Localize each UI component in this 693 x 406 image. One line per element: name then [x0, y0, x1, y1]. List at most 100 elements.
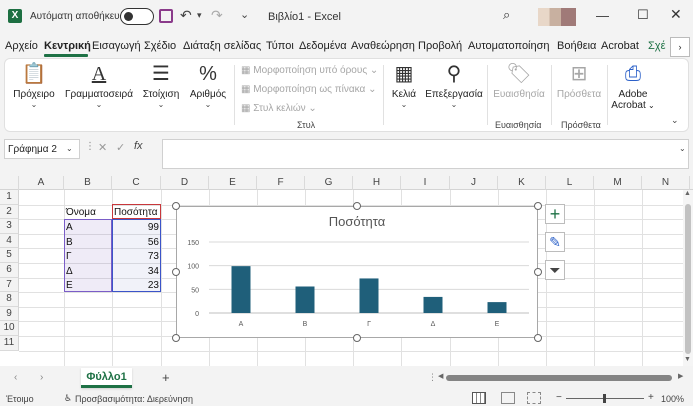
tab-view[interactable]: Προβολή [418, 40, 462, 52]
column-header-b[interactable]: B [64, 176, 112, 190]
header-qty-cell[interactable]: Ποσότητα [114, 207, 157, 218]
font-button[interactable]: A Γραμματοσειρά ⌄ [63, 63, 135, 109]
chart-plot-area[interactable]: 0 50 100 150 Α Β Γ Δ Ε [177, 207, 537, 337]
expand-formula-icon[interactable]: ⌄ [679, 144, 686, 153]
sheet-next-icon[interactable]: › [40, 372, 43, 383]
normal-view-icon[interactable] [472, 392, 486, 404]
cancel-icon[interactable]: ✕ [98, 141, 107, 154]
scroll-thumb[interactable] [446, 375, 672, 381]
row-header-9[interactable]: 9 [0, 306, 19, 322]
zoom-slider-thumb[interactable] [603, 394, 606, 403]
adobe-acrobat-button[interactable]: ⎙ Adobe Acrobat ⌄ [611, 63, 655, 111]
resize-handle[interactable] [534, 202, 542, 210]
redo-icon[interactable]: ↷ [211, 7, 223, 24]
ribbon-collapse-icon[interactable]: ⌄ [671, 115, 679, 126]
close-icon[interactable]: ✕ [670, 6, 682, 23]
bar-Α[interactable] [231, 266, 251, 313]
tab-file[interactable]: Αρχείο [5, 40, 38, 52]
resize-handle[interactable] [172, 334, 180, 342]
tab-automate[interactable]: Αυτοματοποίηση [468, 40, 550, 52]
row-header-2[interactable]: 2 [0, 204, 19, 220]
row-header-7[interactable]: 7 [0, 277, 19, 293]
accessibility-status[interactable]: Προσβασιμότητα: Διερεύνηση [75, 394, 193, 404]
sheet-tab-active[interactable]: Φύλλο1 [81, 368, 132, 388]
scroll-left-icon[interactable]: ◀ [438, 372, 443, 380]
value-cell[interactable]: 56 [112, 237, 159, 248]
column-header-g[interactable]: G [305, 176, 353, 190]
row-header-3[interactable]: 3 [0, 219, 19, 234]
bar-Β[interactable] [295, 286, 315, 313]
value-cell[interactable]: 34 [112, 266, 159, 277]
bar-Γ[interactable] [359, 278, 379, 313]
column-header-j[interactable]: J [450, 176, 498, 190]
column-header-d[interactable]: D [161, 176, 209, 190]
chart-styles-brush-icon[interactable]: ✎ [545, 232, 565, 252]
value-cell[interactable]: 73 [112, 251, 159, 262]
name-cell[interactable]: Α [66, 222, 73, 233]
undo-dropdown-icon[interactable]: ▾ [197, 10, 202, 21]
avatar[interactable] [538, 8, 576, 26]
tab-acrobat[interactable]: Acrobat [601, 40, 639, 52]
row-header-11[interactable]: 11 [0, 336, 19, 351]
scroll-down-icon[interactable]: ▼ [684, 356, 691, 363]
chart-elements-plus-icon[interactable]: + [545, 204, 565, 224]
tab-home[interactable]: Κεντρική [44, 40, 91, 52]
chart-filter-icon[interactable]: ⏷ [545, 260, 565, 280]
undo-icon[interactable]: ↶ [180, 7, 192, 24]
scroll-thumb[interactable] [685, 204, 691, 354]
bar-Δ[interactable] [423, 296, 443, 313]
sheet-prev-icon[interactable]: ‹ [14, 372, 17, 383]
resize-handle[interactable] [534, 268, 542, 276]
resize-handle[interactable] [534, 334, 542, 342]
scroll-up-icon[interactable]: ▲ [684, 190, 691, 197]
chevron-down-icon[interactable]: ⌄ [66, 144, 73, 153]
value-cell[interactable]: 23 [112, 280, 159, 291]
cell-styles-button[interactable]: ▦ Στυλ κελιών ⌄ [241, 103, 317, 114]
accessibility-icon[interactable]: ♿ [64, 393, 72, 404]
bar-Ε[interactable] [487, 302, 507, 313]
column-header-m[interactable]: M [594, 176, 642, 190]
paste-button[interactable]: 📋 Πρόχειρο ⌄ [9, 63, 59, 109]
tab-split-handle-icon[interactable]: ⋮ [428, 372, 437, 383]
tabs-scroll-icon[interactable]: › [670, 37, 690, 57]
worksheet-grid[interactable]: ABCDEFGHIJKLMN Όνομα Ποσότητα Α Β Γ Δ Ε … [0, 176, 693, 366]
row-header-8[interactable]: 8 [0, 292, 19, 307]
column-header-f[interactable]: F [257, 176, 305, 190]
row-header-6[interactable]: 6 [0, 263, 19, 278]
addins-button[interactable]: ⊞ Πρόσθετα [555, 63, 603, 100]
horizontal-scrollbar[interactable]: ◀ ▶ [438, 372, 688, 382]
name-cell[interactable]: Γ [66, 251, 72, 262]
column-header-a[interactable]: A [19, 176, 64, 190]
zoom-level[interactable]: 100% [661, 394, 684, 404]
format-as-table-button[interactable]: ▦ Μορφοποίηση ως πίνακα ⌄ [241, 84, 376, 95]
tab-page-layout[interactable]: Διάταξη σελίδας [183, 40, 261, 52]
cells-button[interactable]: ▦ Κελιά ⌄ [387, 63, 421, 109]
resize-handle[interactable] [172, 268, 180, 276]
header-name-cell[interactable]: Όνομα [66, 207, 96, 218]
column-header-c[interactable]: C [112, 176, 161, 190]
value-cell[interactable]: 99 [112, 222, 159, 233]
scroll-right-icon[interactable]: ▶ [678, 372, 683, 380]
tab-design[interactable]: Σχέδιο [144, 40, 176, 52]
tab-formulas[interactable]: Τύποι [266, 40, 294, 52]
editing-button[interactable]: ⚲ Επεξεργασία ⌄ [425, 63, 483, 109]
add-sheet-icon[interactable]: + [162, 370, 170, 385]
enter-check-icon[interactable]: ✓ [116, 141, 125, 154]
row-header-5[interactable]: 5 [0, 248, 19, 263]
insert-function-icon[interactable]: fx [134, 140, 143, 152]
formula-input[interactable] [162, 139, 689, 169]
row-header-10[interactable]: 10 [0, 321, 19, 336]
resize-handle[interactable] [172, 202, 180, 210]
chart-object[interactable]: Ποσότητα 0 50 100 150 Α Β Γ Δ Ε [176, 206, 538, 338]
zoom-in-icon[interactable]: + [648, 392, 654, 403]
name-cell[interactable]: Δ [66, 266, 73, 277]
tab-help[interactable]: Βοήθεια [557, 40, 596, 52]
quick-access-more-icon[interactable]: ⌄ [240, 8, 249, 21]
save-icon[interactable] [159, 9, 173, 23]
resize-handle[interactable] [353, 334, 361, 342]
search-icon[interactable]: ⌕ [503, 7, 510, 23]
vertical-scrollbar[interactable]: ▲ ▼ [683, 190, 693, 366]
column-header-i[interactable]: I [401, 176, 450, 190]
conditional-format-button[interactable]: ▦ Μορφοποίηση υπό όρους ⌄ [241, 65, 378, 76]
alignment-button[interactable]: ☰ Στοίχιση ⌄ [139, 63, 183, 109]
